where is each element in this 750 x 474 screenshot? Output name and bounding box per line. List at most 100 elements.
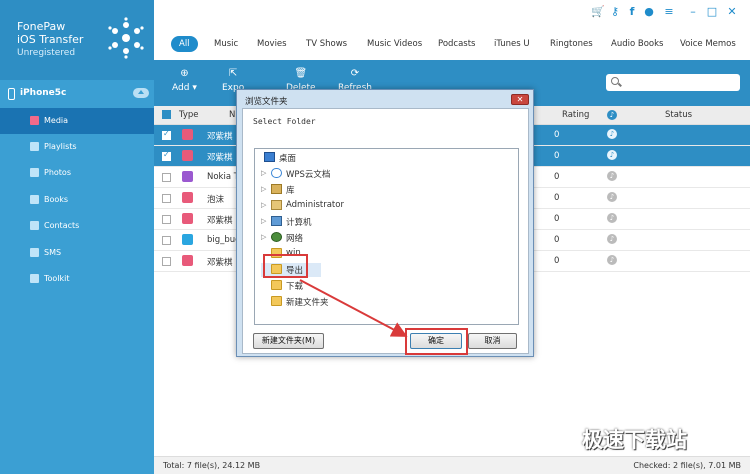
column-status[interactable]: Status [665, 110, 692, 120]
tree-node-label: 计算机 [286, 218, 312, 228]
sidebar-item-label: Toolkit [44, 274, 70, 283]
menu-icon[interactable]: ≡ [661, 4, 677, 20]
row-checkbox[interactable] [162, 215, 171, 224]
sidebar-item-contacts[interactable]: Contacts [0, 213, 154, 239]
music-icon [182, 192, 193, 203]
music-icon [182, 129, 193, 140]
status-bar: Total: 7 file(s), 24.12 MB Checked: 2 fi… [154, 456, 750, 474]
row-checkbox[interactable] [162, 173, 171, 182]
cart-icon[interactable]: 🛒 [590, 4, 606, 20]
expand-arrow-icon[interactable]: ▷ [261, 201, 266, 209]
tab-podcasts[interactable]: Podcasts [438, 36, 476, 52]
column-name[interactable]: N [229, 110, 235, 120]
tree-node-label: 网络 [286, 234, 304, 244]
sidebar: FonePaw iOS Transfer Unregistered iPhone… [0, 0, 154, 474]
cancel-button[interactable]: 取消 [468, 333, 517, 349]
dialog-title: 浏览文件夹 [245, 97, 288, 107]
sidebar-item-playlists[interactable]: Playlists [0, 134, 154, 160]
watermark-text: 极速下载站 [582, 428, 687, 452]
sidebar-item-photos[interactable]: Photos [0, 160, 154, 186]
cloud-icon [271, 168, 282, 178]
row-checkbox[interactable] [162, 194, 171, 203]
refresh-icon: ⟳ [350, 68, 360, 79]
tab-all[interactable]: All [171, 36, 198, 52]
row-checkbox[interactable] [162, 150, 171, 161]
ringtone-icon [182, 171, 193, 182]
brand-name: FonePaw [17, 20, 66, 33]
music-icon [182, 150, 193, 161]
highlight-export-folder [263, 254, 308, 278]
add-button[interactable]: ⊕ Add ▾ [172, 68, 197, 93]
sidebar-item-label: Media [44, 116, 69, 125]
chat-icon[interactable]: ● [641, 4, 657, 20]
column-rating[interactable]: Rating [562, 110, 589, 120]
row-time: 0 [554, 256, 560, 266]
row-time: 0 [554, 151, 560, 161]
row-checkbox[interactable] [162, 236, 171, 245]
sidebar-item-sms[interactable]: SMS [0, 240, 154, 266]
close-icon[interactable]: ✕ [724, 4, 740, 20]
brand-product: iOS Transfer [17, 33, 84, 46]
highlight-ok-button [405, 328, 468, 355]
export-icon: ⇱ [228, 68, 238, 79]
row-name: Nokia T [207, 172, 239, 182]
tab-music[interactable]: Music [214, 36, 238, 52]
new-folder-button[interactable]: 新建文件夹(M) [253, 333, 324, 349]
tree-node-label: 桌面 [279, 154, 297, 164]
search-icon [611, 77, 619, 85]
tab-voice-memos[interactable]: Voice Memos [680, 36, 736, 52]
tree-node-label: 下载 [286, 282, 304, 292]
dialog-subtitle: Select Folder [253, 117, 316, 126]
music-note-icon: ♪ [607, 171, 617, 181]
music-icon [182, 255, 193, 266]
tree-node-label: Administrator [286, 200, 344, 210]
snowflake-logo-icon [108, 17, 144, 59]
tab-itunes-u[interactable]: iTunes U [494, 36, 530, 52]
registration-status: Unregistered [17, 48, 76, 58]
column-type[interactable]: Type [179, 110, 199, 120]
brand-text: FonePaw iOS Transfer Unregistered [17, 20, 83, 60]
tab-music-videos[interactable]: Music Videos [367, 36, 422, 52]
row-name: 邓紫棋 [207, 132, 233, 142]
tab-ringtones[interactable]: Ringtones [550, 36, 593, 52]
tab-movies[interactable]: Movies [257, 36, 287, 52]
row-time: 0 [554, 130, 560, 140]
expand-arrow-icon[interactable]: ▷ [261, 233, 266, 241]
folder-tree[interactable]: 桌面 ▷ WPS云文档 ▷ 库 ▷ Administrator ▷ 计算机 ▷ … [254, 148, 519, 325]
expand-arrow-icon[interactable]: ▷ [261, 169, 266, 177]
device-selector[interactable]: iPhone5c [0, 84, 154, 104]
tab-audio-books[interactable]: Audio Books [611, 36, 663, 52]
row-checkbox[interactable] [162, 129, 171, 140]
minimize-icon[interactable]: – [685, 4, 701, 20]
row-time: 0 [554, 214, 560, 224]
search-input[interactable] [606, 74, 740, 91]
maximize-icon[interactable]: □ [704, 4, 720, 20]
select-all-checkbox[interactable] [162, 110, 171, 119]
facebook-icon[interactable]: f [624, 4, 640, 20]
tab-tv-shows[interactable]: TV Shows [306, 36, 347, 52]
top-bar: 🛒 ⚷ f ● ≡ – □ ✕ All Music Movies TV Show… [154, 0, 750, 60]
row-name: big_buc [207, 235, 240, 245]
desktop-icon [264, 152, 275, 162]
sidebar-item-toolkit[interactable]: Toolkit [0, 266, 154, 292]
toolkit-icon [30, 274, 39, 283]
sidebar-item-media[interactable]: Media [0, 108, 154, 134]
row-checkbox[interactable] [162, 257, 171, 266]
eject-icon[interactable] [133, 88, 149, 98]
sidebar-item-books[interactable]: Books [0, 187, 154, 213]
folder-icon [271, 280, 282, 290]
expand-arrow-icon[interactable]: ▷ [261, 185, 266, 193]
playlist-icon [30, 142, 39, 151]
row-name: 泡沫 [207, 195, 225, 205]
key-icon[interactable]: ⚷ [607, 4, 623, 20]
checked-files-text: Checked: 2 file(s), 7.01 MB [633, 461, 741, 470]
photo-icon [30, 168, 39, 177]
expand-arrow-icon[interactable]: ▷ [261, 217, 266, 225]
library-icon [271, 184, 282, 194]
dialog-close-button[interactable]: ✕ [511, 94, 529, 105]
network-icon [271, 232, 282, 242]
book-icon [30, 195, 39, 204]
sidebar-item-label: SMS [44, 248, 62, 257]
sidebar-item-label: Photos [44, 168, 71, 177]
music-note-icon: ♪ [607, 192, 617, 202]
